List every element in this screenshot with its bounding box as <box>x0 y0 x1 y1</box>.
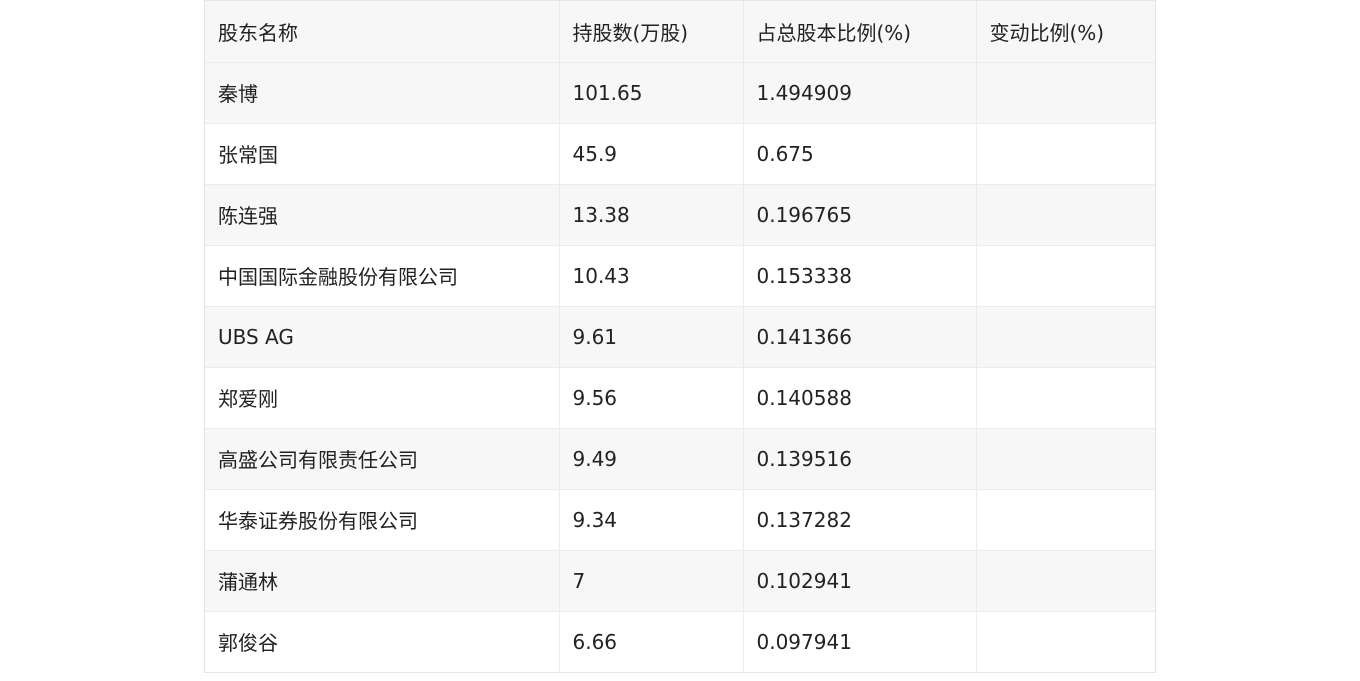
cell-shares-held: 9.61 <box>559 306 744 368</box>
cell-change-ratio <box>976 62 1155 124</box>
cell-share-ratio: 0.097941 <box>743 611 977 672</box>
cell-change-ratio <box>976 611 1155 672</box>
cell-shares-held: 9.56 <box>559 367 744 429</box>
cell-change-ratio <box>976 367 1155 429</box>
cell-share-ratio: 0.140588 <box>743 367 977 429</box>
cell-share-ratio: 0.139516 <box>743 428 977 490</box>
table-header-row: 股东名称 持股数(万股) 占总股本比例(%) 变动比例(%) <box>205 1 1155 63</box>
cell-share-ratio: 0.153338 <box>743 245 977 307</box>
cell-share-ratio: 1.494909 <box>743 62 977 124</box>
header-shareholder-name: 股东名称 <box>205 1 560 63</box>
cell-shareholder-name: 秦博 <box>205 62 560 124</box>
cell-shares-held: 7 <box>559 550 744 612</box>
cell-shares-held: 9.49 <box>559 428 744 490</box>
cell-shareholder-name: 华泰证券股份有限公司 <box>205 489 560 551</box>
table-row: 陈连强 13.38 0.196765 <box>205 184 1155 246</box>
cell-share-ratio: 0.196765 <box>743 184 977 246</box>
cell-shares-held: 45.9 <box>559 123 744 185</box>
cell-shares-held: 13.38 <box>559 184 744 246</box>
cell-shareholder-name: 郭俊谷 <box>205 611 560 672</box>
table-row: 郑爱刚 9.56 0.140588 <box>205 367 1155 429</box>
cell-share-ratio: 0.137282 <box>743 489 977 551</box>
cell-change-ratio <box>976 489 1155 551</box>
table-row: 郭俊谷 6.66 0.097941 <box>205 611 1155 672</box>
table-row: UBS AG 9.61 0.141366 <box>205 306 1155 368</box>
cell-shareholder-name: 陈连强 <box>205 184 560 246</box>
cell-shareholder-name: UBS AG <box>205 306 560 368</box>
cell-share-ratio: 0.102941 <box>743 550 977 612</box>
table-row: 蒲通林 7 0.102941 <box>205 550 1155 612</box>
cell-shareholder-name: 中国国际金融股份有限公司 <box>205 245 560 307</box>
cell-change-ratio <box>976 184 1155 246</box>
cell-change-ratio <box>976 428 1155 490</box>
cell-shareholder-name: 郑爱刚 <box>205 367 560 429</box>
shareholder-table-container: 股东名称 持股数(万股) 占总股本比例(%) 变动比例(%) 秦博 101.65… <box>204 0 1156 673</box>
table-row: 中国国际金融股份有限公司 10.43 0.153338 <box>205 245 1155 307</box>
cell-shares-held: 101.65 <box>559 62 744 124</box>
shareholder-table: 股东名称 持股数(万股) 占总股本比例(%) 变动比例(%) 秦博 101.65… <box>205 1 1155 672</box>
cell-share-ratio: 0.141366 <box>743 306 977 368</box>
cell-shareholder-name: 张常国 <box>205 123 560 185</box>
table-row: 高盛公司有限责任公司 9.49 0.139516 <box>205 428 1155 490</box>
cell-change-ratio <box>976 306 1155 368</box>
cell-change-ratio <box>976 245 1155 307</box>
table-row: 华泰证券股份有限公司 9.34 0.137282 <box>205 489 1155 551</box>
cell-shareholder-name: 高盛公司有限责任公司 <box>205 428 560 490</box>
header-shares-held: 持股数(万股) <box>559 1 744 63</box>
header-share-ratio: 占总股本比例(%) <box>743 1 977 63</box>
cell-shares-held: 10.43 <box>559 245 744 307</box>
cell-share-ratio: 0.675 <box>743 123 977 185</box>
cell-shares-held: 9.34 <box>559 489 744 551</box>
table-row: 秦博 101.65 1.494909 <box>205 62 1155 124</box>
cell-change-ratio <box>976 550 1155 612</box>
cell-shares-held: 6.66 <box>559 611 744 672</box>
header-change-ratio: 变动比例(%) <box>976 1 1155 63</box>
cell-change-ratio <box>976 123 1155 185</box>
table-row: 张常国 45.9 0.675 <box>205 123 1155 185</box>
cell-shareholder-name: 蒲通林 <box>205 550 560 612</box>
